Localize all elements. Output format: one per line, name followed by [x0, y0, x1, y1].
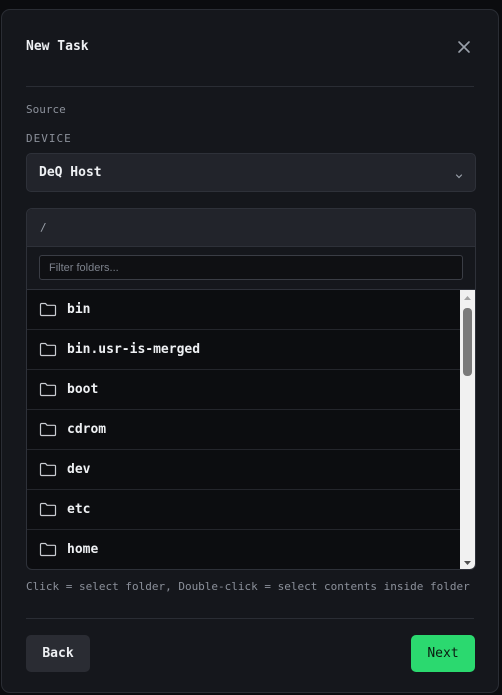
folder-name: dev	[67, 462, 91, 477]
selection-hint: Click = select folder, Double-click = se…	[26, 580, 470, 593]
folder-name: cdrom	[67, 422, 107, 437]
folder-browser: / bin bin.usr-is-merged boot cdrom dev etc hom…	[26, 208, 476, 570]
folder-icon	[39, 301, 57, 317]
dialog-header: New Task	[26, 10, 474, 87]
dialog-title: New Task	[26, 39, 89, 54]
device-select[interactable]: DeQ Host	[26, 153, 476, 192]
folder-row[interactable]: bin	[27, 290, 461, 330]
folder-name: bin.usr-is-merged	[67, 342, 201, 357]
folder-row[interactable]: home	[27, 530, 461, 569]
chevron-down-icon	[453, 167, 465, 179]
footer-divider	[26, 618, 474, 619]
folder-row[interactable]: bin.usr-is-merged	[27, 330, 461, 370]
source-section-label: Source	[26, 103, 66, 116]
device-select-value: DeQ Host	[39, 165, 102, 180]
next-button[interactable]: Next	[411, 635, 475, 672]
folder-name: boot	[67, 382, 99, 397]
current-path: /	[40, 221, 47, 234]
scrollbar-thumb[interactable]	[463, 308, 472, 376]
scroll-up-arrow-icon[interactable]	[460, 290, 475, 304]
folder-row[interactable]: etc	[27, 490, 461, 530]
folder-list: bin bin.usr-is-merged boot cdrom dev etc home	[27, 290, 461, 569]
scroll-down-arrow-icon[interactable]	[460, 555, 475, 569]
folder-row[interactable]: cdrom	[27, 410, 461, 450]
new-task-dialog: New Task Source DEVICE DeQ Host / binbin…	[1, 9, 499, 693]
folder-icon	[39, 541, 57, 557]
filter-container	[27, 247, 475, 290]
folder-row[interactable]: dev	[27, 450, 461, 490]
filter-folders-input[interactable]	[39, 255, 463, 280]
folder-icon	[39, 501, 57, 517]
folder-icon	[39, 421, 57, 437]
scrollbar[interactable]	[460, 290, 475, 569]
back-button[interactable]: Back	[26, 635, 90, 672]
close-icon[interactable]	[454, 37, 474, 57]
path-bar: /	[27, 209, 475, 247]
folder-name: etc	[67, 502, 91, 517]
folder-icon	[39, 381, 57, 397]
folder-icon	[39, 461, 57, 477]
folder-name: bin	[67, 302, 91, 317]
device-label: DEVICE	[26, 132, 72, 145]
folder-icon	[39, 341, 57, 357]
folder-name: home	[67, 542, 99, 557]
folder-row[interactable]: boot	[27, 370, 461, 410]
